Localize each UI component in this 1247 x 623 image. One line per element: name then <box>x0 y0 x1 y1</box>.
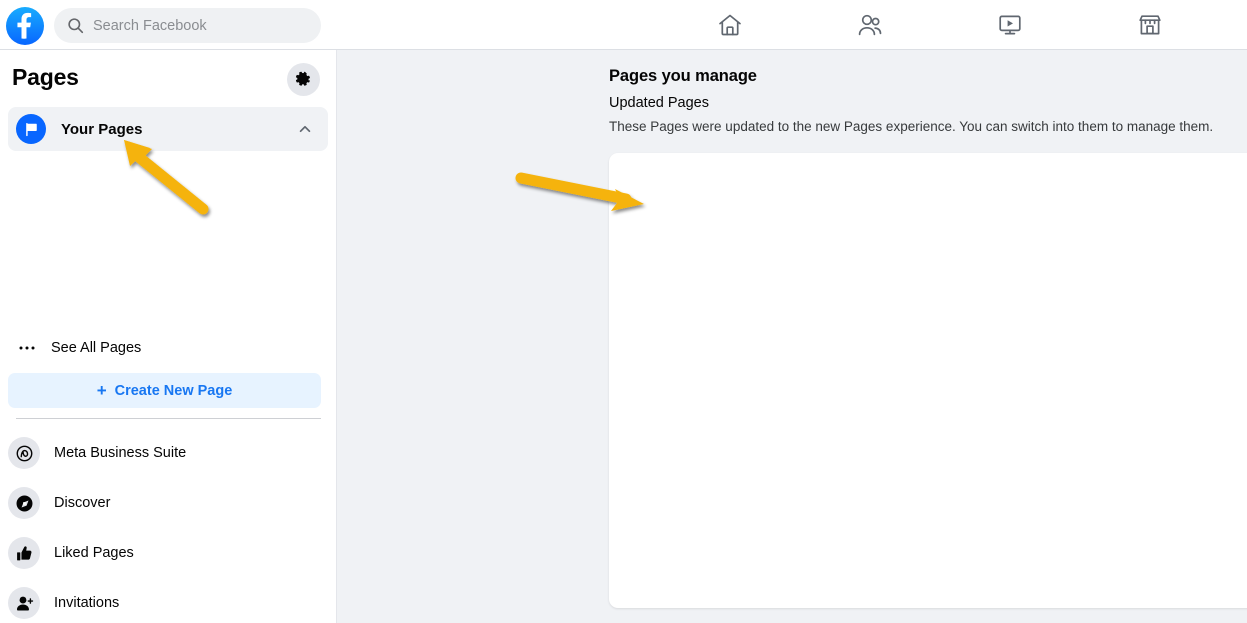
person-add-icon <box>8 587 40 619</box>
sidebar-menu-list: Meta Business Suite Discover Liked Pages… <box>0 428 337 623</box>
sidebar-item-liked-pages[interactable]: Liked Pages <box>0 528 337 578</box>
nav-friends[interactable] <box>800 0 940 49</box>
page-title: Pages <box>12 64 79 90</box>
sidebar-item-label: Liked Pages <box>54 545 134 561</box>
marketplace-icon <box>1136 11 1164 39</box>
home-icon <box>716 11 744 39</box>
top-nav-icon-group <box>660 0 1220 49</box>
top-navigation-bar: Search Facebook <box>0 0 1247 50</box>
create-new-page-label: Create New Page <box>114 382 233 399</box>
chevron-up-icon[interactable] <box>298 122 312 136</box>
sidebar-item-discover[interactable]: Discover <box>0 478 337 528</box>
thumbs-up-icon <box>8 537 40 569</box>
main-heading: Pages you manage <box>609 67 757 85</box>
sidebar-item-invitations[interactable]: Invitations <box>0 578 337 623</box>
gear-icon <box>295 71 312 88</box>
flag-icon <box>16 114 46 144</box>
search-input[interactable]: Search Facebook <box>54 8 321 43</box>
create-new-page-button[interactable]: + Create New Page <box>8 373 321 408</box>
discover-icon <box>8 487 40 519</box>
sidebar-item-see-all-pages[interactable]: See All Pages <box>0 328 337 368</box>
main-subheading: Updated Pages <box>609 95 709 111</box>
main-content: Pages you manage Updated Pages These Pag… <box>338 50 1247 623</box>
sidebar-item-meta-business-suite[interactable]: Meta Business Suite <box>0 428 337 478</box>
sidebar-header: Pages <box>0 50 336 105</box>
facebook-logo[interactable] <box>6 7 44 45</box>
your-pages-label: Your Pages <box>61 120 143 138</box>
nav-watch[interactable] <box>940 0 1080 49</box>
friends-icon <box>856 11 884 39</box>
sidebar-divider <box>16 418 321 419</box>
video-icon <box>996 11 1024 39</box>
meta-business-suite-icon <box>8 437 40 469</box>
create-new-page-inner: + Create New Page <box>97 382 233 399</box>
pages-card[interactable] <box>609 153 1247 608</box>
pages-sidebar: Pages Your Pages See All Pages + Create … <box>0 50 337 623</box>
nav-marketplace[interactable] <box>1080 0 1220 49</box>
search-placeholder: Search Facebook <box>93 17 207 34</box>
see-all-pages-label: See All Pages <box>51 340 142 356</box>
main-description: These Pages were updated to the new Page… <box>609 119 1214 134</box>
plus-icon: + <box>96 381 107 400</box>
search-icon <box>67 17 84 34</box>
dots-icon <box>18 339 38 357</box>
sidebar-item-your-pages[interactable]: Your Pages <box>8 107 328 151</box>
pages-settings-button[interactable] <box>287 63 320 96</box>
nav-home[interactable] <box>660 0 800 49</box>
sidebar-item-label: Invitations <box>54 595 120 611</box>
sidebar-item-label: Meta Business Suite <box>54 445 187 461</box>
sidebar-item-label: Discover <box>54 495 111 511</box>
facebook-pages-app: Search Facebook Pages Your Pages See All… <box>0 0 1247 623</box>
